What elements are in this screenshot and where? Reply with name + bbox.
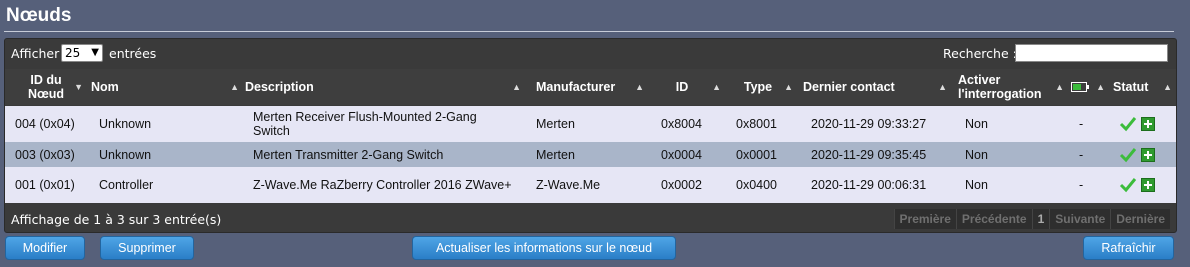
sort-icon: ▲ bbox=[512, 82, 521, 92]
modify-button[interactable]: Modifier bbox=[5, 236, 85, 260]
cell-name: Unknown bbox=[99, 147, 152, 162]
cell-description: Merten Transmitter 2-Gang Switch bbox=[253, 147, 444, 162]
sort-desc-icon: ▼ bbox=[74, 82, 83, 92]
sort-icon: ▲ bbox=[1163, 82, 1172, 92]
reload-button[interactable]: Rafraîchir bbox=[1083, 236, 1174, 260]
column-header-node-id[interactable]: ID du Nœud ▼ bbox=[5, 69, 87, 105]
sort-icon: ▲ bbox=[938, 82, 947, 92]
pagination: Première Précédente 1 Suivante Dernière bbox=[893, 209, 1170, 229]
status-icons bbox=[1119, 142, 1155, 167]
table-footer: Affichage de 1 à 3 sur 3 entrée(s) Premi… bbox=[5, 206, 1176, 232]
sort-icon: ▲ bbox=[784, 82, 793, 92]
cell-polling: Non bbox=[965, 147, 988, 162]
cell-type: 0x0001 bbox=[736, 147, 778, 162]
cell-last-contact: 2020-11-29 09:35:45 bbox=[811, 147, 927, 162]
cell-polling: Non bbox=[965, 117, 988, 131]
cell-id: 0x8004 bbox=[661, 117, 703, 131]
status-icons bbox=[1119, 106, 1155, 142]
pager-last[interactable]: Dernière bbox=[1110, 209, 1170, 229]
cell-battery: - bbox=[1079, 117, 1084, 131]
page-size-label: Afficher bbox=[11, 46, 60, 61]
pager-previous[interactable]: Précédente bbox=[955, 209, 1032, 229]
cell-id: 0x0004 bbox=[661, 147, 703, 162]
page-title: Nœuds bbox=[6, 5, 72, 26]
cell-type: 0x8001 bbox=[736, 117, 778, 131]
cell-battery: - bbox=[1079, 147, 1084, 162]
cell-manufacturer: Merten bbox=[536, 117, 575, 131]
cell-name: Unknown bbox=[99, 117, 152, 131]
cell-manufacturer: Merten bbox=[536, 147, 575, 162]
cell-description: Z-Wave.Me RaZberry Controller 2016 ZWave… bbox=[253, 178, 512, 192]
column-header-last-contact[interactable]: Dernier contact ▲ bbox=[803, 69, 951, 105]
table-row[interactable]: 003 (0x03) Unknown Merten Transmitter 2-… bbox=[5, 142, 1176, 167]
search-input[interactable] bbox=[1015, 44, 1168, 62]
chevron-down-icon: ▼ bbox=[91, 47, 99, 58]
column-header-id[interactable]: ID ▲ bbox=[657, 69, 725, 105]
pager-next[interactable]: Suivante bbox=[1049, 209, 1111, 229]
page-size-value: 25 bbox=[65, 46, 81, 60]
add-icon[interactable] bbox=[1141, 178, 1155, 192]
pager-first[interactable]: Première bbox=[893, 209, 956, 229]
table-info: Affichage de 1 à 3 sur 3 entrée(s) bbox=[11, 212, 222, 227]
check-icon bbox=[1119, 117, 1137, 132]
add-icon[interactable] bbox=[1141, 147, 1155, 162]
cell-last-contact: 2020-11-29 00:06:31 bbox=[811, 178, 927, 192]
cell-polling: Non bbox=[965, 178, 988, 192]
sort-icon: ▲ bbox=[1055, 82, 1064, 92]
sort-icon: ▲ bbox=[230, 82, 239, 92]
check-icon bbox=[1119, 178, 1137, 193]
search-label: Recherche : bbox=[943, 46, 1017, 61]
nodes-table-panel: Afficher 25 ▼ entrées Recherche : ID du … bbox=[4, 38, 1177, 233]
cell-id: 0x0002 bbox=[661, 178, 703, 192]
refresh-node-info-button[interactable]: Actualiser les informations sur le nœud bbox=[412, 236, 676, 260]
page-size-select[interactable]: 25 ▼ bbox=[61, 44, 103, 62]
sort-icon: ▲ bbox=[1096, 82, 1105, 92]
cell-node-id: 001 (0x01) bbox=[15, 178, 75, 192]
table-row[interactable]: 001 (0x01) Controller Z-Wave.Me RaZberry… bbox=[5, 167, 1176, 203]
pager-page-1[interactable]: 1 bbox=[1031, 209, 1050, 229]
cell-manufacturer: Z-Wave.Me bbox=[536, 178, 601, 192]
cell-name: Controller bbox=[99, 178, 154, 192]
battery-icon bbox=[1071, 82, 1089, 92]
delete-button[interactable]: Supprimer bbox=[100, 236, 194, 260]
column-header-description[interactable]: Description ▲ bbox=[245, 69, 525, 105]
column-header-type[interactable]: Type ▲ bbox=[733, 69, 797, 105]
column-header-polling[interactable]: Activer l'interrogation ▲ bbox=[958, 69, 1068, 105]
column-header-status[interactable]: Statut ▲ bbox=[1113, 69, 1176, 105]
cell-type: 0x0400 bbox=[736, 178, 778, 192]
cell-node-id: 003 (0x03) bbox=[15, 147, 75, 162]
cell-description: Merten Receiver Flush-Mounted 2-Gang Swi… bbox=[253, 110, 477, 138]
sort-icon: ▲ bbox=[635, 82, 644, 92]
page-size-suffix: entrées bbox=[109, 46, 157, 61]
cell-node-id: 004 (0x04) bbox=[15, 117, 75, 131]
status-icons bbox=[1119, 167, 1155, 203]
add-icon[interactable] bbox=[1141, 117, 1155, 131]
table-toolbar: Afficher 25 ▼ entrées Recherche : bbox=[5, 39, 1176, 68]
check-icon bbox=[1119, 147, 1137, 162]
title-divider bbox=[4, 31, 1174, 32]
table-header: ID du Nœud ▼ Nom ▲ Description ▲ Manufac… bbox=[5, 69, 1176, 105]
table-row[interactable]: 004 (0x04) Unknown Merten Receiver Flush… bbox=[5, 106, 1176, 142]
cell-battery: - bbox=[1079, 178, 1084, 192]
column-header-battery[interactable]: ▲ bbox=[1071, 69, 1109, 105]
column-header-manufacturer[interactable]: Manufacturer ▲ bbox=[536, 69, 648, 105]
column-header-name[interactable]: Nom ▲ bbox=[91, 69, 243, 105]
cell-last-contact: 2020-11-29 09:33:27 bbox=[811, 117, 927, 131]
sort-icon: ▲ bbox=[712, 82, 721, 92]
